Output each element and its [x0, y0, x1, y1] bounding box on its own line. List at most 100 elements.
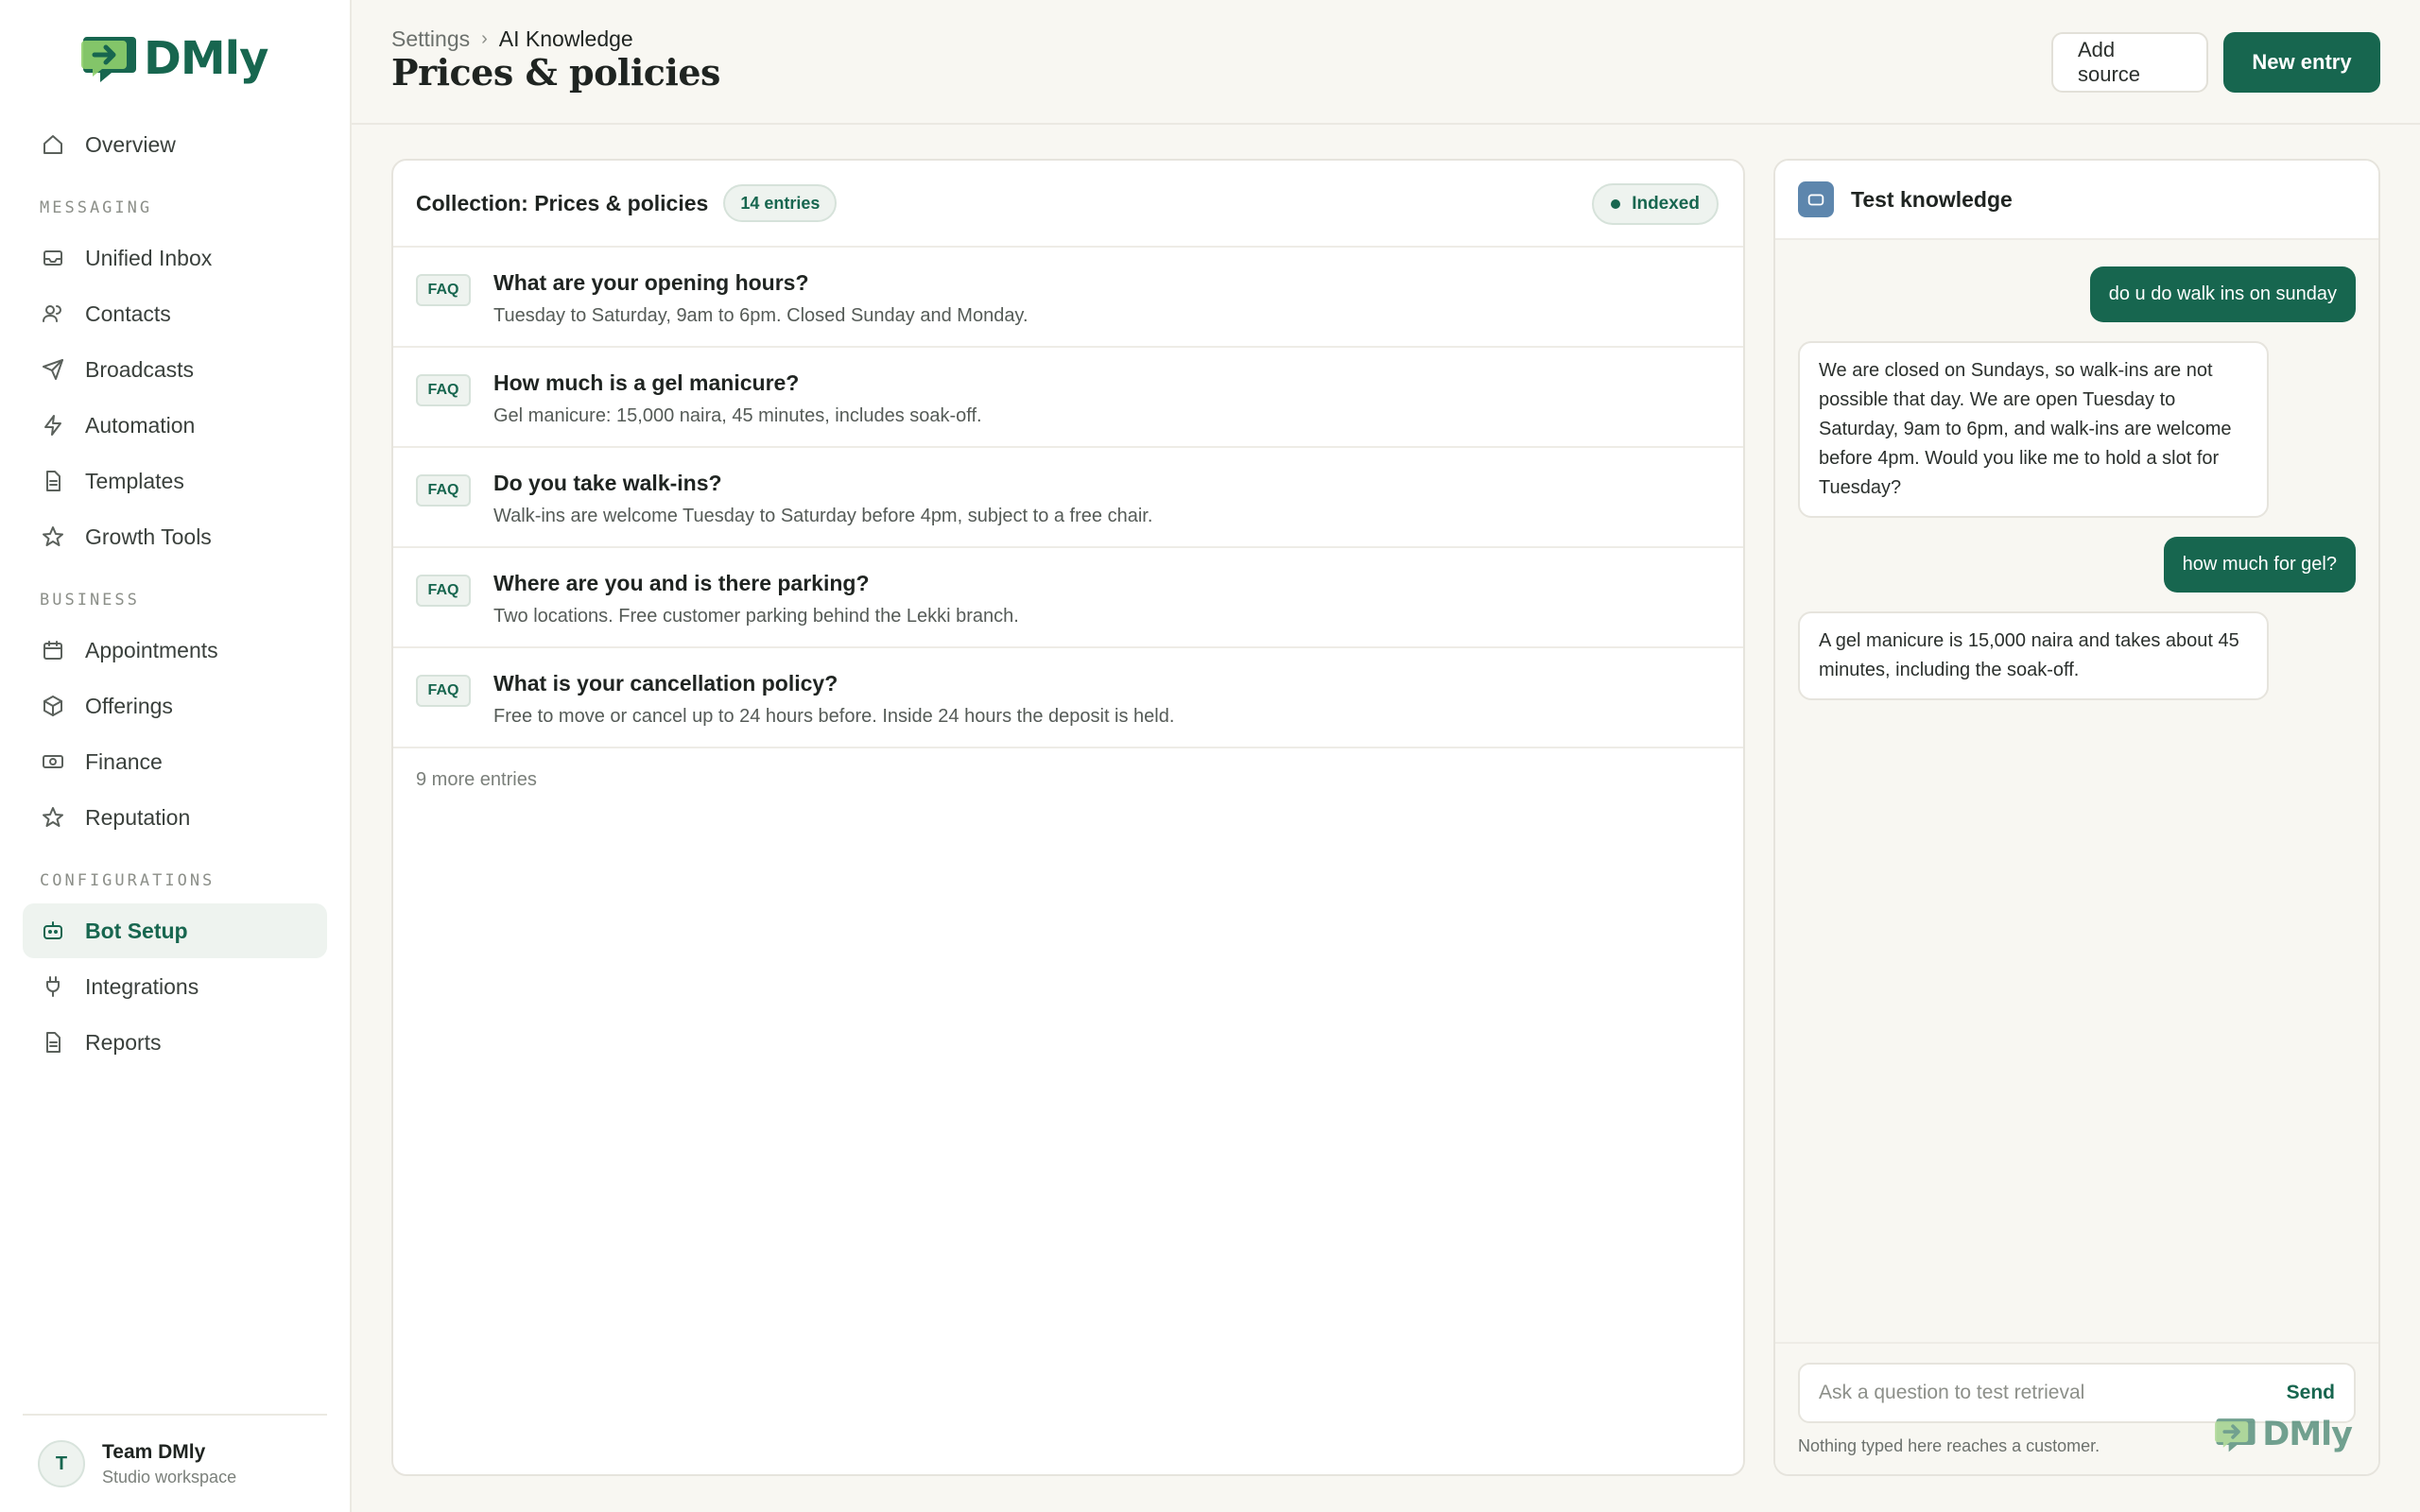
box-icon	[42, 695, 64, 717]
breadcrumb-settings[interactable]: Settings	[391, 26, 470, 52]
breadcrumb-separator: ›	[481, 28, 488, 49]
new-entry-button[interactable]: New entry	[2223, 32, 2380, 93]
nav-templates[interactable]: Templates	[23, 454, 327, 508]
section-business: BUSINESS	[40, 591, 140, 610]
user-message: how much for gel?	[1798, 537, 2356, 593]
workspace-switcher[interactable]: T Team DMly Studio workspace	[23, 1414, 327, 1512]
calendar-icon	[42, 639, 64, 662]
breadcrumb-ai-knowledge: AI Knowledge	[498, 26, 633, 51]
sidebar: DMly Overview MESSAGING Unified Inbox Co…	[0, 0, 352, 1512]
nav-reports[interactable]: Reports	[23, 1015, 327, 1070]
nav-integrations[interactable]: Integrations	[23, 959, 327, 1014]
banknote-icon	[42, 750, 64, 773]
faq-answer: Two locations. Free customer parking beh…	[493, 606, 1019, 627]
workspace-info: Team DMly Studio workspace	[102, 1441, 236, 1487]
star-icon	[42, 525, 64, 548]
faq-entry[interactable]: FAQ Do you take walk-ins? Walk-ins are w…	[393, 448, 1743, 548]
topbar: Settings › AI Knowledge Prices & policie…	[352, 0, 2420, 125]
composer-input-wrap: Send	[1798, 1363, 2356, 1423]
faq-badge: FAQ	[416, 274, 471, 306]
page-title: Prices & policies	[391, 51, 720, 94]
bolt-icon	[42, 414, 64, 437]
faq-entry[interactable]: FAQ What is your cancellation policy? Fr…	[393, 648, 1743, 748]
status-badge: Indexed	[1592, 183, 1719, 225]
header-actions: Add source New entry	[2051, 32, 2380, 93]
users-icon	[42, 302, 64, 325]
nav-label: Offerings	[85, 693, 173, 718]
message-bubble: do u do walk ins on sunday	[2089, 266, 2356, 322]
more-entries-link[interactable]: 9 more entries	[393, 748, 1743, 812]
nav-offerings[interactable]: Offerings	[23, 679, 327, 733]
brand-logo[interactable]: DMly	[23, 0, 327, 117]
faq-question: What is your cancellation policy?	[493, 671, 838, 696]
faq-badge: FAQ	[416, 575, 471, 607]
inbox-icon	[42, 247, 64, 269]
faq-question: Where are you and is there parking?	[493, 571, 870, 595]
nav-finance[interactable]: Finance	[23, 734, 327, 789]
nav-label: Finance	[85, 748, 163, 774]
message-bubble: how much for gel?	[2163, 537, 2356, 593]
main: Settings › AI Knowledge Prices & policie…	[352, 0, 2420, 1512]
logo-icon	[2215, 1418, 2256, 1452]
faq-question: What are your opening hours?	[493, 270, 809, 295]
message-bubble: A gel manicure is 15,000 naira and takes…	[1798, 611, 2269, 700]
faq-badge: FAQ	[416, 474, 471, 507]
team-name: Team DMly	[102, 1440, 206, 1463]
faq-entry[interactable]: FAQ What are your opening hours? Tuesday…	[393, 248, 1743, 348]
entries-count-badge: 14 entries	[723, 184, 838, 222]
nav-bot-setup[interactable]: Bot Setup	[23, 903, 327, 958]
nav-label: Broadcasts	[85, 356, 195, 382]
faq-answer: Walk-ins are welcome Tuesday to Saturday…	[493, 506, 1153, 526]
faq-question: How much is a gel manicure?	[493, 370, 800, 395]
nav-label: Integrations	[85, 973, 199, 999]
breadcrumb: Settings › AI Knowledge	[391, 26, 633, 52]
faq-question: Do you take walk-ins?	[493, 471, 722, 495]
nav-label: Appointments	[85, 637, 218, 662]
nav-contacts[interactable]: Contacts	[23, 286, 327, 341]
test-question-input[interactable]	[1819, 1382, 2287, 1404]
file-icon	[42, 1031, 64, 1054]
nav-label: Unified Inbox	[85, 245, 213, 270]
bot-message: A gel manicure is 15,000 naira and takes…	[1798, 611, 2356, 700]
plug-icon	[42, 975, 64, 998]
nav-label: Bot Setup	[85, 918, 188, 943]
watermark-brand-name: DMly	[2262, 1416, 2353, 1453]
bot-icon	[1798, 181, 1834, 217]
faq-content: How much is a gel manicure? Gel manicure…	[493, 370, 982, 446]
nav-appointments[interactable]: Appointments	[23, 623, 327, 678]
nav-reputation[interactable]: Reputation	[23, 790, 327, 845]
collection-title: Collection: Prices & policies	[416, 190, 709, 215]
section-messaging: MESSAGING	[40, 198, 153, 217]
composer: Send Nothing typed here reaches a custom…	[1775, 1342, 2378, 1474]
send-button[interactable]: Send	[2287, 1382, 2335, 1404]
user-message: do u do walk ins on sunday	[1798, 266, 2356, 322]
nav-broadcasts[interactable]: Broadcasts	[23, 342, 327, 397]
collection-header: Collection: Prices & policies 14 entries…	[393, 161, 1743, 248]
nav-label: Templates	[85, 468, 184, 493]
home-icon	[42, 133, 64, 156]
nav-growth-tools[interactable]: Growth Tools	[23, 509, 327, 564]
nav-label: Reputation	[85, 804, 191, 830]
section-configurations: CONFIGURATIONS	[40, 871, 216, 890]
faq-badge: FAQ	[416, 675, 471, 707]
nav-automation[interactable]: Automation	[23, 398, 327, 453]
status-label: Indexed	[1632, 194, 1700, 214]
faq-content: Do you take walk-ins? Walk-ins are welco…	[493, 471, 1152, 546]
test-knowledge-panel: Test knowledge do u do walk ins on sunda…	[1773, 159, 2380, 1476]
nav-unified-inbox[interactable]: Unified Inbox	[23, 231, 327, 285]
faq-content: What is your cancellation policy? Free t…	[493, 671, 1174, 747]
collection-panel: Collection: Prices & policies 14 entries…	[391, 159, 1745, 1476]
avatar: T	[38, 1440, 85, 1487]
nav-label: Reports	[85, 1029, 162, 1055]
nav-label: Growth Tools	[85, 524, 212, 549]
message-bubble: We are closed on Sundays, so walk-ins ar…	[1798, 341, 2269, 518]
faq-answer: Gel manicure: 15,000 naira, 45 minutes, …	[493, 405, 982, 426]
test-knowledge-title: Test knowledge	[1851, 186, 2013, 212]
faq-content: What are your opening hours? Tuesday to …	[493, 270, 1028, 346]
file-icon	[42, 470, 64, 492]
nav-overview[interactable]: Overview	[23, 117, 327, 172]
faq-entry[interactable]: FAQ Where are you and is there parking? …	[393, 548, 1743, 648]
faq-entry[interactable]: FAQ How much is a gel manicure? Gel mani…	[393, 348, 1743, 448]
test-knowledge-header: Test knowledge	[1775, 161, 2378, 240]
add-source-button[interactable]: Add source	[2051, 32, 2208, 93]
